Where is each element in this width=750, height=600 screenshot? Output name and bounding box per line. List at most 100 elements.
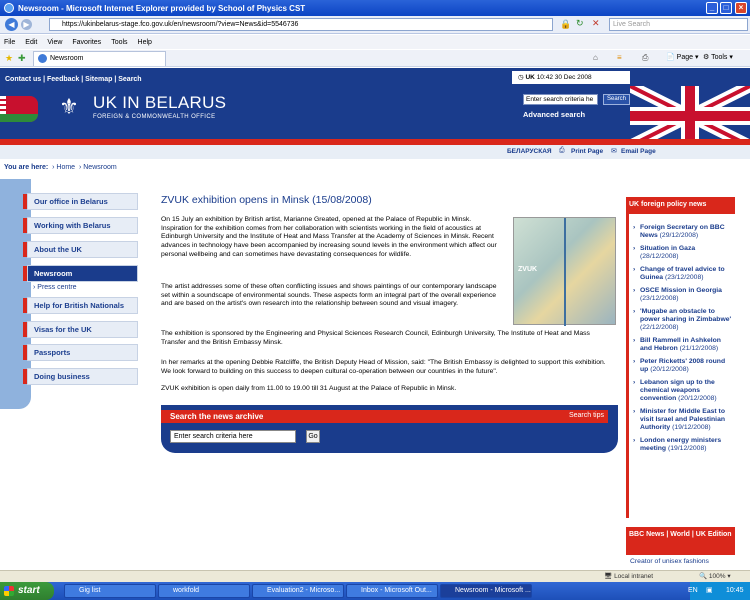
nav-doing-business[interactable]: Doing business <box>23 368 138 385</box>
news-item[interactable]: Foreign Secretary on BBC News (29/12/200… <box>632 224 733 240</box>
tab-newsroom[interactable]: Newsroom <box>33 51 166 66</box>
nav-press-centre-label: Press centre <box>37 284 77 291</box>
article-para-2: The artist addresses some of these often… <box>161 283 497 308</box>
zoom-level[interactable]: 🔍 100% ▾ <box>699 572 731 580</box>
nav-working-with-belarus[interactable]: Working with Belarus <box>23 217 138 234</box>
system-tray: EN ▣ 10:45 <box>688 582 750 600</box>
nav-help-british-nationals[interactable]: Help for British Nationals <box>23 297 138 314</box>
archive-search-tips[interactable]: Search tips <box>569 412 604 419</box>
close-button[interactable]: × <box>735 2 747 14</box>
feeds-icon[interactable]: ≡ <box>617 53 622 62</box>
windows-logo-icon <box>4 586 14 596</box>
news-item[interactable]: Lebanon sign up to the chemical weapons … <box>632 379 733 403</box>
taskbar-clock: 10:45 <box>726 587 744 594</box>
breadcrumb: You are here: › Home › Newsroom <box>4 164 117 171</box>
taskbar-item-newsroom[interactable]: Newsroom - Microsoft ... <box>440 584 532 598</box>
back-button[interactable]: ◀ <box>5 18 18 31</box>
page-menu[interactable]: 📄 Page ▾ <box>666 53 699 61</box>
datetime-country: UK <box>525 74 535 81</box>
news-item[interactable]: Change of travel advice to Guinea (23/12… <box>632 266 733 282</box>
print-icon[interactable]: ⎙ <box>642 53 648 63</box>
ie-logo-icon <box>4 3 14 13</box>
command-bar: ★ ✚ Newsroom ⌂ ≡ ⎙ 📄 Page ▾ ⚙ Tools ▾ <box>0 50 750 67</box>
exhibition-image: ZVUK <box>513 217 616 326</box>
news-archive-box: Search the news archive Search tips Ente… <box>161 405 618 453</box>
news-item[interactable]: Peter Ricketts' 2008 round up (20/12/200… <box>632 358 733 374</box>
nav-about-the-uk[interactable]: About the UK <box>23 241 138 258</box>
archive-go-button[interactable]: Go <box>306 430 320 443</box>
menu-favorites[interactable]: Favorites <box>72 39 101 46</box>
site-search-input[interactable]: Enter search criteria he <box>523 94 598 105</box>
breadcrumb-home[interactable]: Home <box>56 164 75 171</box>
lock-icon[interactable]: 🔒 <box>560 19 571 30</box>
menu-help[interactable]: Help <box>138 39 152 46</box>
web-page: Contact us | Feedback | Sitemap | Search… <box>0 68 750 572</box>
live-search-input[interactable]: Live Search <box>609 18 748 31</box>
foreign-policy-list: Foreign Secretary on BBC News (29/12/200… <box>626 214 735 518</box>
nav-our-office[interactable]: Our office in Belarus <box>23 193 138 210</box>
site-logo-text[interactable]: UK IN BELARUS <box>93 93 226 113</box>
utility-bar: БЕЛАРУСКАЯ ⎙ Print Page ✉ Email Page <box>0 145 750 159</box>
archive-title: Search the news archive <box>170 412 264 421</box>
news-item[interactable]: 'Mugabe an obstacle to power sharing in … <box>632 308 733 332</box>
taskbar-item-inbox[interactable]: Inbox - Microsoft Out... <box>346 584 438 598</box>
refresh-icon[interactable]: ↻ <box>576 18 584 29</box>
email-page-icon[interactable]: ✉ <box>611 147 617 155</box>
union-flag-image <box>630 86 750 146</box>
start-button[interactable]: start <box>0 582 54 600</box>
breadcrumb-prefix: You are here: <box>4 164 49 171</box>
news-item[interactable]: Situation in Gaza(28/12/2008) <box>632 245 733 261</box>
tab-label: Newsroom <box>50 55 84 62</box>
menu-file[interactable]: File <box>4 39 15 46</box>
nav-visas[interactable]: Visas for the UK <box>23 321 138 338</box>
add-favorite-icon[interactable]: ✚ <box>18 53 26 64</box>
bbc-news-item[interactable]: Creator of unisex fashions <box>626 558 735 565</box>
site-banner: Contact us | Feedback | Sitemap | Search… <box>0 68 750 146</box>
tools-menu-label: Tools <box>711 54 728 61</box>
page-menu-label: Page <box>676 54 694 61</box>
taskbar-item-gig-list[interactable]: Gig list <box>64 584 156 598</box>
archive-header: Search the news archive Search tips <box>161 410 608 423</box>
email-page-link[interactable]: Email Page <box>621 148 656 155</box>
status-zone-label: Local intranet <box>614 573 654 580</box>
print-page-link[interactable]: Print Page <box>571 148 603 155</box>
taskbar: start Gig list workfold Evaluation2 - Mi… <box>0 582 750 600</box>
network-icon[interactable]: ▣ <box>706 582 713 600</box>
zoom-value: 100% <box>708 573 726 580</box>
minimize-button[interactable]: _ <box>706 2 718 14</box>
archive-search-input[interactable]: Enter search criteria here <box>170 430 296 443</box>
taskbar-item-evaluation2[interactable]: Evaluation2 - Microso... <box>252 584 344 598</box>
status-bar: 🖥 Local intranet 🔍 100% ▾ <box>0 570 750 582</box>
news-item[interactable]: Minister for Middle East to visit Israel… <box>632 408 733 432</box>
window-titlebar: Newsroom - Microsoft Internet Explorer p… <box>0 0 750 16</box>
menu-edit[interactable]: Edit <box>25 39 37 46</box>
print-page-icon[interactable]: ⎙ <box>559 147 565 155</box>
news-item[interactable]: Bill Rammell in Ashkelon and Hebron (21/… <box>632 337 733 353</box>
tools-menu[interactable]: ⚙ Tools ▾ <box>703 53 733 61</box>
language-link[interactable]: БЕЛАРУСКАЯ <box>507 148 552 155</box>
royal-crest-icon: ⚜ <box>59 94 79 119</box>
site-search-button[interactable]: Search <box>603 94 630 105</box>
menu-view[interactable]: View <box>47 39 62 46</box>
maximize-button[interactable]: □ <box>720 2 732 14</box>
language-indicator[interactable]: EN <box>688 582 698 600</box>
top-links[interactable]: Contact us | Feedback | Sitemap | Search <box>5 76 142 83</box>
nav-passports[interactable]: Passports <box>23 344 138 361</box>
clock-icon: ◷ <box>518 74 524 81</box>
nav-press-centre[interactable]: › Press centre <box>33 284 77 291</box>
stop-icon[interactable]: ✕ <box>592 18 600 29</box>
status-zone: 🖥 Local intranet <box>604 573 654 580</box>
menu-tools[interactable]: Tools <box>111 39 127 46</box>
article-title: ZVUK exhibition opens in Minsk (15/08/20… <box>161 194 372 206</box>
news-item[interactable]: London energy ministers meeting (19/12/2… <box>632 437 733 453</box>
favorites-star-icon[interactable]: ★ <box>5 53 13 64</box>
nav-newsroom[interactable]: Newsroom <box>23 265 138 282</box>
taskbar-item-workfold[interactable]: workfold <box>158 584 250 598</box>
url-field[interactable]: https://ukinbelarus-stage.fco.gov.uk/en/… <box>49 18 553 31</box>
article-para-5: ZVUK exhibition is open daily from 11.00… <box>161 385 457 392</box>
home-icon[interactable]: ⌂ <box>593 53 598 62</box>
breadcrumb-newsroom[interactable]: Newsroom <box>83 164 116 171</box>
forward-button[interactable]: ▶ <box>21 19 32 30</box>
news-item[interactable]: OSCE Mission in Georgia (23/12/2008) <box>632 287 733 303</box>
advanced-search-link[interactable]: Advanced search <box>523 110 585 119</box>
